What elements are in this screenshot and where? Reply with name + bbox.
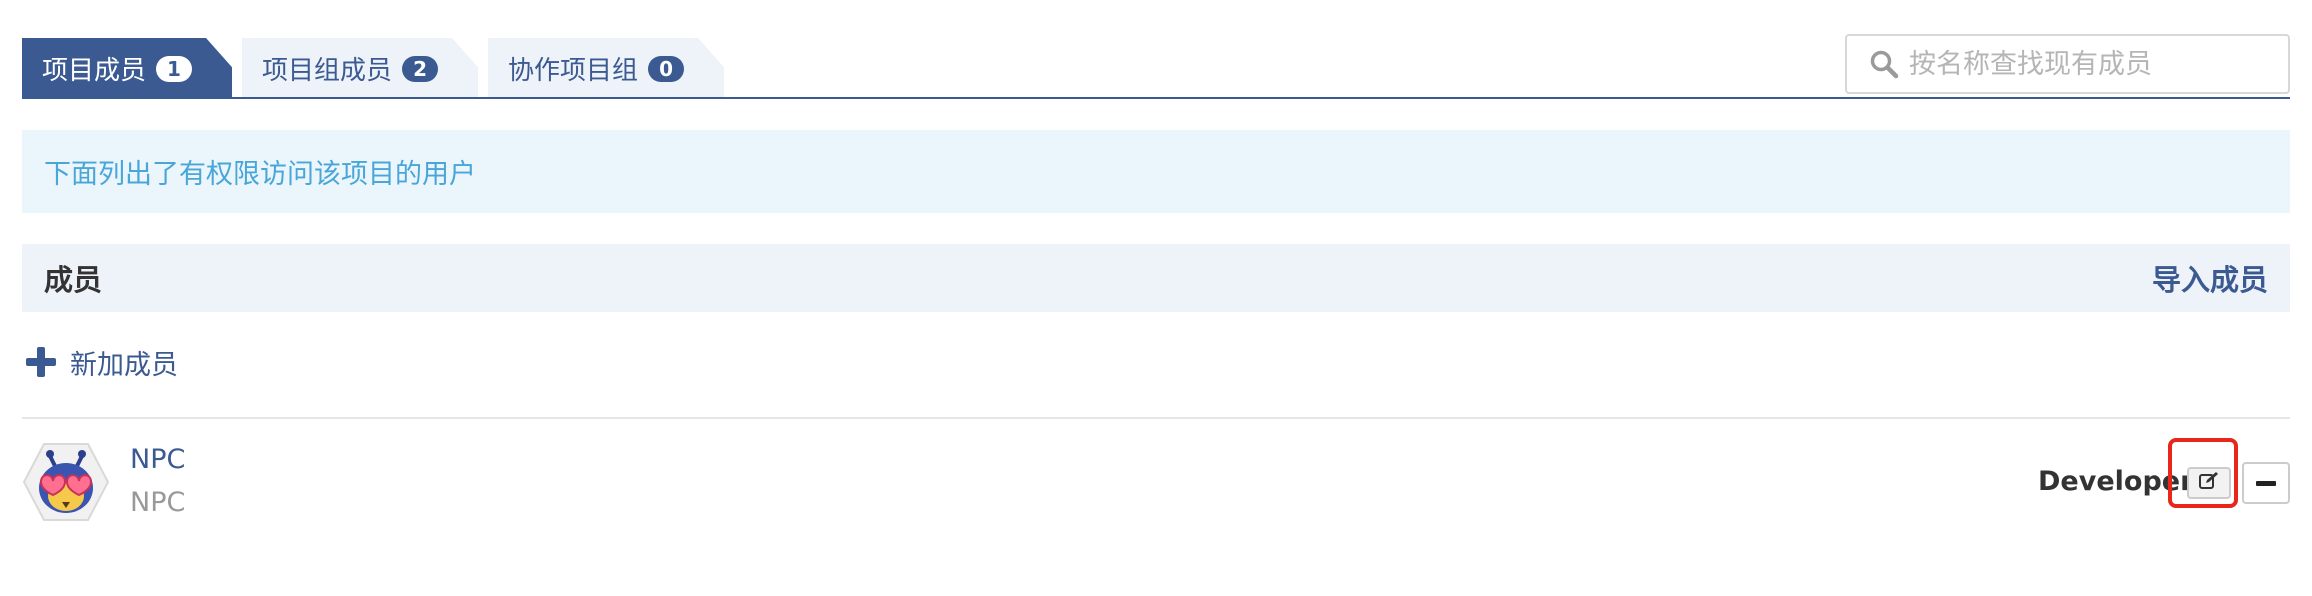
- member-search[interactable]: [1845, 34, 2290, 94]
- search-icon: [1867, 47, 1901, 81]
- info-banner: 下面列出了有权限访问该项目的用户: [22, 130, 2290, 213]
- tab-label: 项目组成员: [262, 56, 393, 86]
- divider: [22, 417, 2290, 419]
- member-tabs: 项目成员 1 项目组成员 2 协作项目组 0: [22, 38, 734, 99]
- tab-label: 项目成员: [42, 56, 147, 86]
- tabs-underline: [22, 97, 2290, 99]
- edit-icon: [2198, 471, 2220, 495]
- count-badge: 2: [402, 56, 438, 82]
- count-badge: 1: [156, 56, 192, 82]
- import-members-link[interactable]: 导入成员: [2152, 257, 2268, 299]
- add-member-button[interactable]: 新加成员: [26, 342, 178, 382]
- add-member-label: 新加成员: [70, 349, 178, 381]
- search-input[interactable]: [1909, 48, 2269, 80]
- edit-role-button[interactable]: [2187, 467, 2231, 499]
- plus-icon: [26, 347, 56, 377]
- tab-shared-groups[interactable]: 协作项目组 0: [488, 38, 724, 99]
- minus-icon: [2256, 480, 2276, 486]
- tab-project-members[interactable]: 项目成员 1: [22, 38, 232, 99]
- member-name-link[interactable]: NPC: [130, 444, 185, 475]
- member-username: NPC: [130, 487, 186, 518]
- tab-label: 协作项目组: [508, 56, 639, 86]
- remove-member-button[interactable]: [2242, 462, 2290, 504]
- section-title: 成员: [44, 263, 103, 297]
- avatar[interactable]: [22, 442, 110, 522]
- members-section-header: 成员 导入成员: [22, 244, 2290, 312]
- member-role: Developer: [2038, 466, 2194, 497]
- tab-group-members[interactable]: 项目组成员 2: [242, 38, 478, 99]
- info-text: 下面列出了有权限访问该项目的用户: [44, 159, 476, 190]
- count-badge: 0: [648, 56, 684, 82]
